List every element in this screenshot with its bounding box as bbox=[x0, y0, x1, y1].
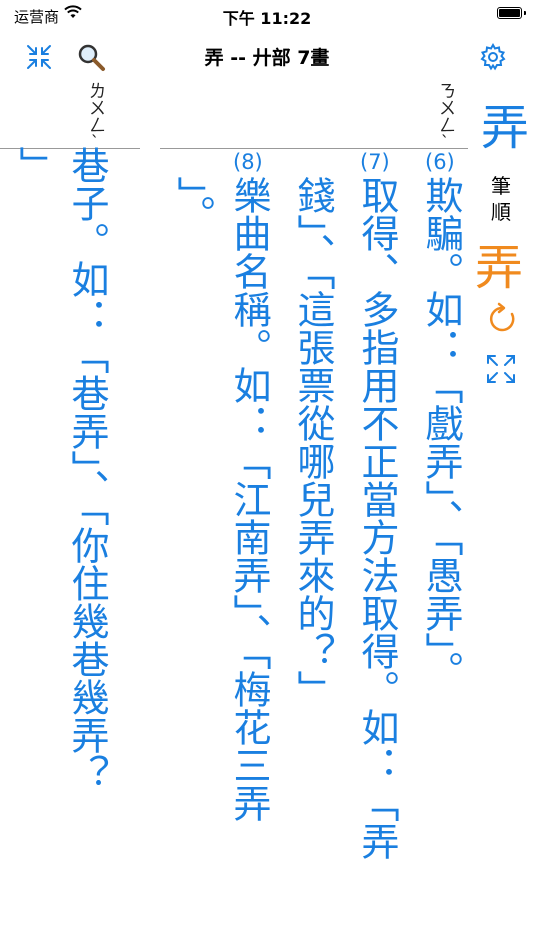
definition-column-music: 樂曲名稱。如：「江南弄」、「梅花三弄 bbox=[227, 176, 271, 822]
definition-column-end: 」。 bbox=[171, 176, 215, 233]
left-col-bopomofo: ㄌㄨㄥˋ bbox=[85, 82, 105, 153]
definition-column-money: 錢」、「這張票從哪兒弄來的？」 bbox=[291, 176, 335, 708]
definition-column-obtain: 取得、多指用不正當方法取得。如：「弄 bbox=[355, 176, 399, 860]
definition-number-8: (8) bbox=[233, 150, 263, 174]
battery-icon bbox=[497, 7, 526, 19]
definition-number-7: (7) bbox=[360, 150, 390, 174]
replay-icon[interactable] bbox=[486, 302, 520, 336]
definition-column-deceive: 欺騙。如：「戲弄」、「愚弄」。 bbox=[419, 176, 463, 689]
headword-char: 弄 bbox=[481, 100, 530, 156]
definition-column-alley: 巷子。如：「巷弄」、「你住幾巷幾弄？ bbox=[65, 146, 109, 792]
gear-icon[interactable] bbox=[478, 42, 508, 72]
stroke-label-2: 順 bbox=[491, 200, 511, 224]
nav-bar: 弄 -- 廾部 7畫 bbox=[0, 30, 534, 80]
main-col-bopomofo: ㄋㄨㄥˋ bbox=[435, 82, 455, 153]
status-bar: 运营商 下午 11:22 bbox=[0, 0, 534, 30]
page-title: 弄 -- 廾部 7畫 bbox=[204, 47, 330, 69]
divider-main bbox=[160, 148, 468, 149]
stroke-order-char[interactable]: 弄 bbox=[475, 228, 523, 298]
definition-number-6: (6) bbox=[425, 150, 455, 174]
stroke-label-1: 筆 bbox=[491, 174, 511, 198]
expand-icon[interactable] bbox=[484, 352, 518, 386]
status-time: 下午 11:22 bbox=[222, 9, 312, 28]
